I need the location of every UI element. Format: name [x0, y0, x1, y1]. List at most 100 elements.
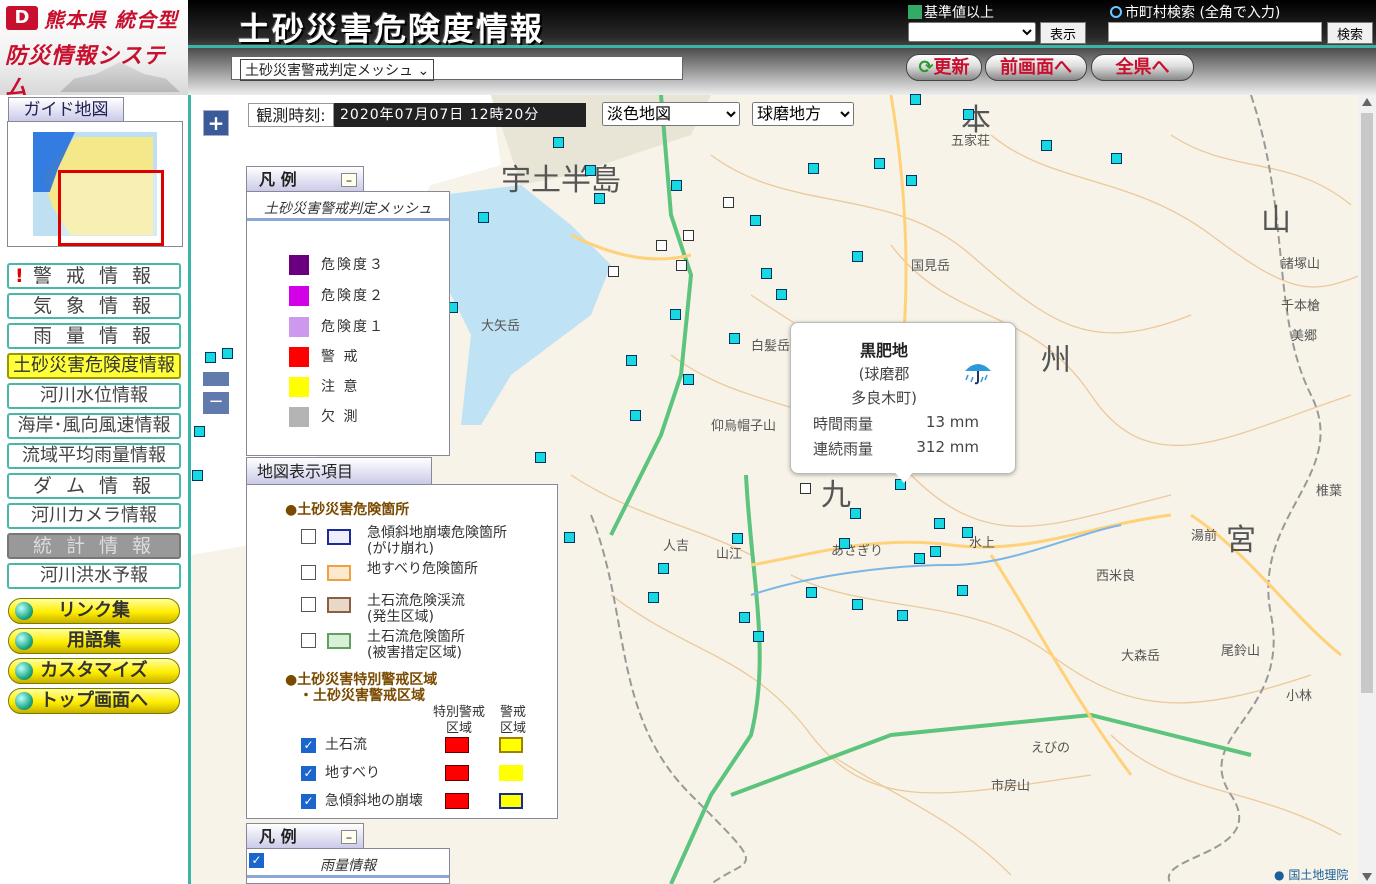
- scroll-down-icon[interactable]: [1362, 873, 1372, 881]
- hazard-checkbox[interactable]: [301, 633, 316, 648]
- rain-station-marker[interactable]: [852, 251, 863, 262]
- special-zone-swatch: [445, 765, 469, 781]
- rain-station-marker[interactable]: [761, 268, 772, 279]
- map-attribution[interactable]: ● 国土地理院: [1274, 866, 1348, 883]
- rain-station-marker[interactable]: [750, 215, 761, 226]
- kijun-select[interactable]: [908, 22, 1036, 42]
- nav-item-5[interactable]: 海岸･風向風速情報: [7, 413, 181, 439]
- nav-item-10[interactable]: 河川洪水予報: [7, 563, 181, 589]
- nav-item-0[interactable]: ! 警 戒 情 報: [7, 263, 181, 289]
- link-button-0[interactable]: リンク集: [8, 598, 180, 624]
- area-select[interactable]: 球磨地方: [752, 102, 854, 126]
- map-scrollbar[interactable]: [1358, 95, 1376, 884]
- rain-station-marker[interactable]: [594, 193, 605, 204]
- rain-station-marker[interactable]: [753, 631, 764, 642]
- nav-item-label: 土砂災害危険度情報: [13, 355, 175, 376]
- guide-map[interactable]: [7, 121, 183, 247]
- rain-station-marker[interactable]: [910, 94, 921, 105]
- rain-station-marker[interactable]: [564, 532, 575, 543]
- legend-items-tab[interactable]: 地図表示項目: [246, 457, 432, 485]
- rain-station-marker[interactable]: [808, 163, 819, 174]
- hazard-checkbox[interactable]: [301, 529, 316, 544]
- missing-station-marker[interactable]: [656, 240, 667, 251]
- search-button[interactable]: 検索: [1327, 22, 1373, 44]
- link-button-2[interactable]: カスタマイズ: [8, 658, 180, 684]
- hazard-checkbox[interactable]: [301, 565, 316, 580]
- zone-checkbox[interactable]: ✓: [301, 738, 316, 753]
- rain-station-marker[interactable]: [806, 587, 817, 598]
- basemap-select[interactable]: 淡色地図: [602, 102, 740, 126]
- nav-item-2[interactable]: 雨 量 情 報: [7, 323, 181, 349]
- minimize-icon[interactable]: _: [341, 172, 357, 187]
- rain-station-marker[interactable]: [626, 355, 637, 366]
- rain-station-marker[interactable]: [776, 289, 787, 300]
- rain-station-marker[interactable]: [852, 599, 863, 610]
- rain-station-marker[interactable]: [648, 592, 659, 603]
- rain-station-marker[interactable]: [478, 212, 489, 223]
- zone-checkbox[interactable]: ✓: [301, 766, 316, 781]
- logo[interactable]: D 熊本県 統合型 防災情報システム: [0, 0, 188, 101]
- rain-station-marker[interactable]: [739, 612, 750, 623]
- link-button-1[interactable]: 用語集: [8, 628, 180, 654]
- hazard-swatch: [327, 633, 351, 649]
- mesh-select-box[interactable]: 土砂災害警戒判定メッシュ ⌄: [240, 59, 435, 81]
- show-button[interactable]: 表示: [1040, 22, 1086, 44]
- refresh-button[interactable]: ⟳更新: [906, 54, 982, 81]
- zone-checkbox[interactable]: ✓: [301, 794, 316, 809]
- legend-rain-tab[interactable]: 凡 例 _: [246, 823, 364, 849]
- rain-station-marker[interactable]: [222, 348, 233, 359]
- rain-station-marker[interactable]: [1111, 153, 1122, 164]
- hazard-checkbox[interactable]: [301, 597, 316, 612]
- nav-item-4[interactable]: 河川水位情報: [7, 383, 181, 409]
- rain-station-marker[interactable]: [683, 374, 694, 385]
- rain-station-marker[interactable]: [874, 158, 885, 169]
- scroll-thumb[interactable]: [1361, 113, 1373, 693]
- nav-item-8[interactable]: 河川カメラ情報: [7, 503, 181, 529]
- link-button-3[interactable]: トップ画面へ: [8, 688, 180, 714]
- nav-item-1[interactable]: 気 象 情 報: [7, 293, 181, 319]
- map-place-label: 小林: [1286, 689, 1313, 704]
- rain-station-marker[interactable]: [205, 352, 216, 363]
- rain-station-marker[interactable]: [963, 109, 974, 120]
- rain-station-marker[interactable]: [914, 553, 925, 564]
- previous-screen-button[interactable]: 前画面へ: [985, 54, 1087, 81]
- rain-station-marker[interactable]: [732, 533, 743, 544]
- rain-station-marker[interactable]: [194, 426, 205, 437]
- rain-station-marker[interactable]: [934, 518, 945, 529]
- rain-station-marker[interactable]: [906, 175, 917, 186]
- missing-station-marker[interactable]: [683, 230, 694, 241]
- rain-station-marker[interactable]: [962, 527, 973, 538]
- missing-station-marker[interactable]: [800, 483, 811, 494]
- nav-item-7[interactable]: ダ ム 情 報: [7, 473, 181, 499]
- rain-station-marker[interactable]: [897, 610, 908, 621]
- rain-station-marker[interactable]: [585, 165, 596, 176]
- rain-station-marker[interactable]: [553, 137, 564, 148]
- legend-mesh-tab[interactable]: 凡 例 _: [246, 166, 364, 192]
- whole-prefecture-button[interactable]: 全県へ: [1091, 54, 1194, 81]
- scroll-up-icon[interactable]: [1362, 98, 1372, 106]
- guide-map-viewport[interactable]: [58, 170, 164, 246]
- zoom-in-button[interactable]: +: [203, 110, 229, 136]
- special-zone-swatch: [445, 793, 469, 809]
- rain-station-marker[interactable]: [192, 470, 203, 481]
- rain-station-marker[interactable]: [839, 538, 850, 549]
- minimize-icon[interactable]: _: [341, 829, 357, 844]
- zoom-slider-track[interactable]: [203, 372, 229, 386]
- missing-station-marker[interactable]: [676, 260, 687, 271]
- mesh-layer-select[interactable]: 土砂災害警戒判定メッシュ ⌄: [231, 56, 683, 81]
- rain-station-marker[interactable]: [957, 585, 968, 596]
- zoom-out-button[interactable]: −: [203, 392, 229, 414]
- rain-station-marker[interactable]: [930, 546, 941, 557]
- missing-station-marker[interactable]: [723, 197, 734, 208]
- rain-station-marker[interactable]: [729, 333, 740, 344]
- rain-station-marker[interactable]: [1041, 140, 1052, 151]
- rain-station-marker[interactable]: [671, 180, 682, 191]
- rain-station-marker[interactable]: [850, 508, 861, 519]
- rain-station-marker[interactable]: [670, 309, 681, 320]
- search-input[interactable]: [1108, 22, 1322, 42]
- rain-station-marker[interactable]: [658, 563, 669, 574]
- missing-station-marker[interactable]: [608, 266, 619, 277]
- nav-item-3[interactable]: 土砂災害危険度情報: [7, 353, 181, 379]
- rain-station-marker[interactable]: [630, 410, 641, 421]
- nav-item-6[interactable]: 流域平均雨量情報: [7, 443, 181, 469]
